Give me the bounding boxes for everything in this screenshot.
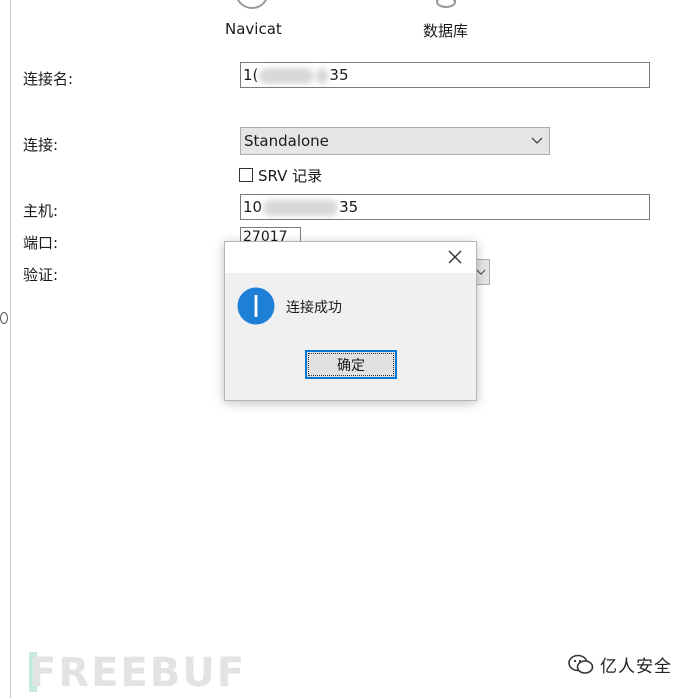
connection-success-dialog: 连接成功 确定 <box>224 241 477 401</box>
dialog-titlebar <box>225 242 476 273</box>
connection-name-value-start: 1( <box>243 66 259 84</box>
host-value-start: 10 <box>243 198 263 216</box>
redacted-area <box>263 199 339 216</box>
port-label: 端口: <box>23 234 59 252</box>
ok-button-label: 确定 <box>308 353 394 376</box>
chevron-down-icon <box>476 269 486 275</box>
connection-name-value-end: 35 <box>329 66 349 84</box>
redacted-area <box>316 67 329 84</box>
freebuf-watermark: FREEBUF <box>29 650 247 696</box>
navicat-connection-icon <box>237 0 267 9</box>
close-icon[interactable] <box>448 250 462 264</box>
wechat-watermark: 亿人安全 <box>568 652 672 677</box>
srv-record-checkbox[interactable] <box>239 168 253 182</box>
navicat-label: Navicat <box>225 20 282 38</box>
host-input[interactable]: 10 35 <box>240 194 650 220</box>
srv-record-label: SRV 记录 <box>258 166 323 185</box>
srv-record-option[interactable]: SRV 记录 <box>239 165 322 185</box>
database-label: 数据库 <box>423 22 469 40</box>
auth-label: 验证: <box>23 266 59 284</box>
ok-button[interactable]: 确定 <box>305 350 397 379</box>
database-icon <box>436 0 456 8</box>
resize-handle[interactable] <box>0 312 8 324</box>
connection-type-value: Standalone <box>244 132 329 150</box>
connection-name-input[interactable]: 1( 35 <box>240 62 650 88</box>
redacted-area <box>259 67 315 84</box>
info-icon <box>237 287 275 325</box>
connection-type-select[interactable]: Standalone <box>240 127 550 155</box>
host-value-end: 35 <box>339 198 359 216</box>
window-left-edge <box>10 0 11 698</box>
host-label: 主机: <box>23 202 59 220</box>
connection-settings-page: Navicat 数据库 连接名: 1( 35 连接: Standalone SRV… <box>0 0 690 698</box>
wechat-account-name: 亿人安全 <box>600 657 672 677</box>
connection-name-label: 连接名: <box>23 70 74 88</box>
wechat-icon <box>568 654 594 674</box>
dialog-message: 连接成功 <box>286 300 342 316</box>
connection-type-label: 连接: <box>23 136 59 154</box>
chevron-down-icon <box>531 137 543 144</box>
